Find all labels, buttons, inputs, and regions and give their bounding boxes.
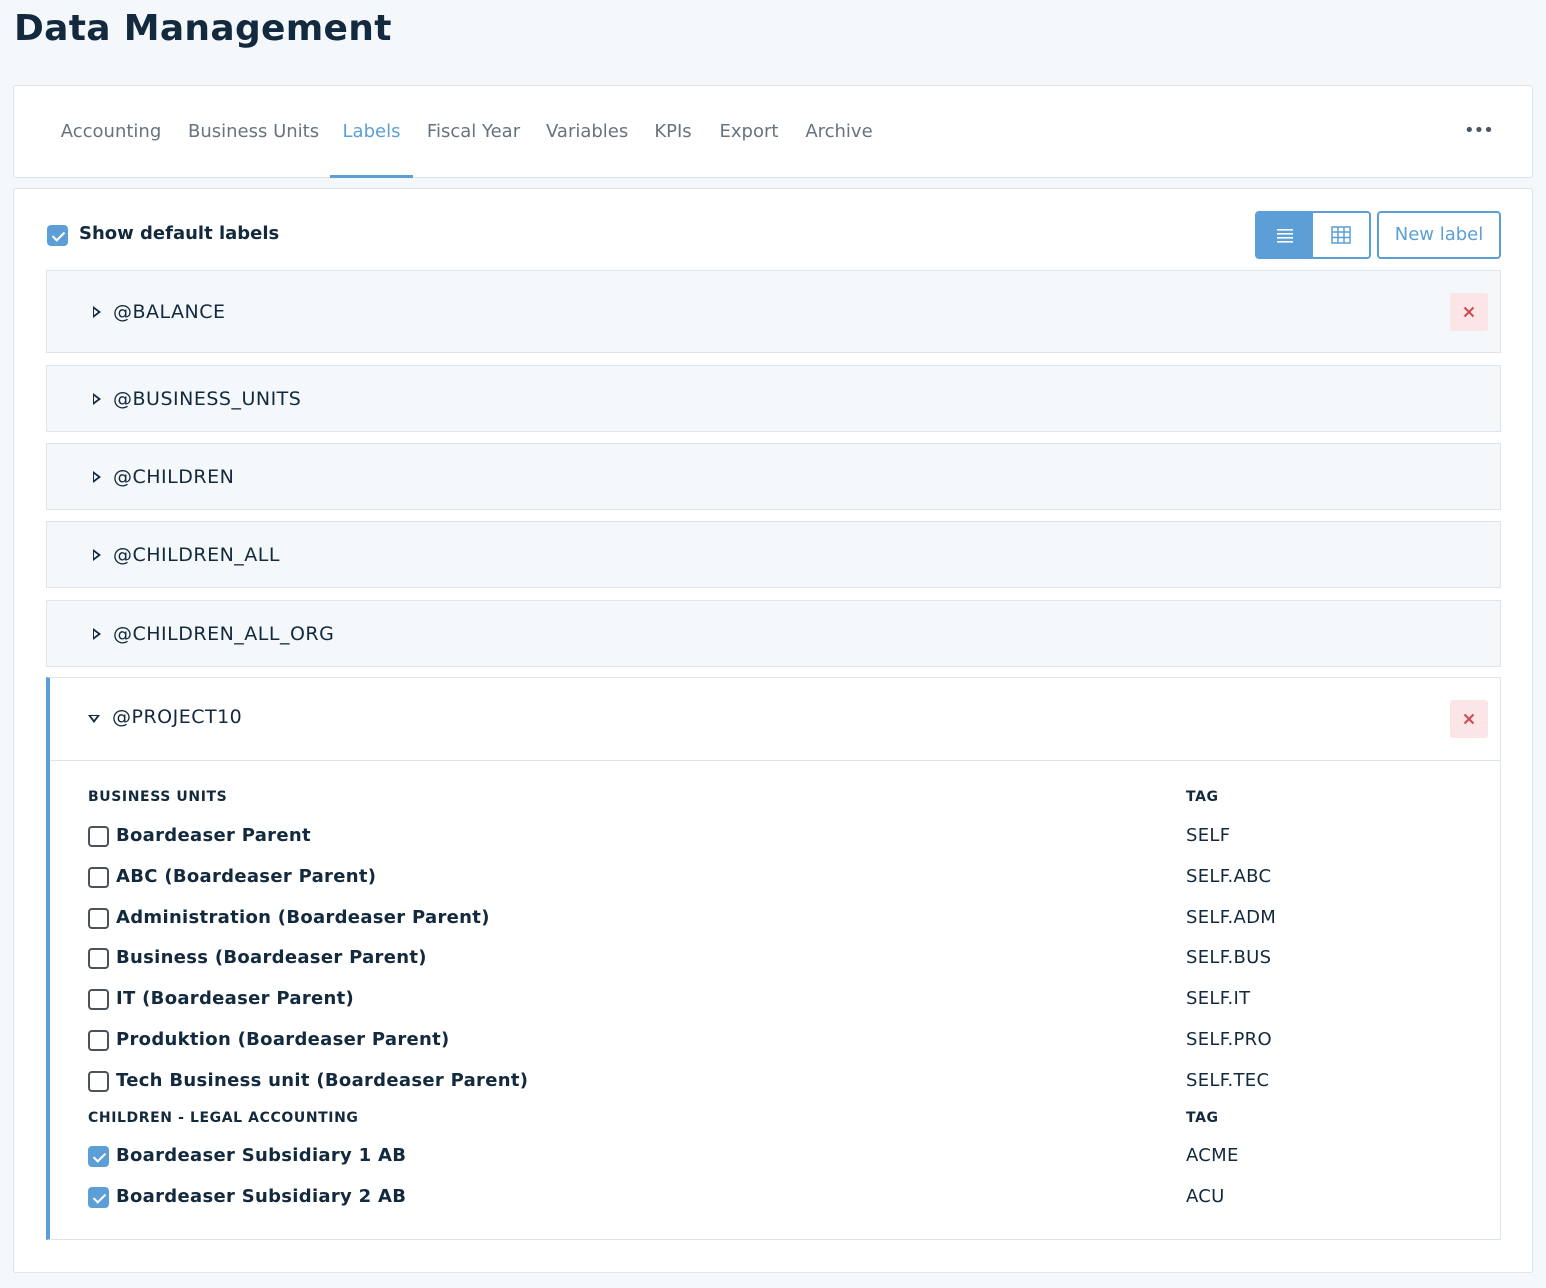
list-item: Business (Boardeaser Parent) SELF.BUS: [50, 944, 1500, 974]
close-icon: [1463, 713, 1475, 725]
page-title: Data Management: [14, 8, 392, 49]
more-horizontal-icon[interactable]: •••: [1464, 116, 1494, 146]
tab-business-units[interactable]: Business Units: [188, 86, 319, 177]
show-default-labels-checkbox[interactable]: [47, 225, 68, 246]
section-header-tag: TAG: [1186, 789, 1219, 805]
list-item: Tech Business unit (Boardeaser Parent) S…: [50, 1067, 1500, 1097]
caret-right-icon: [93, 470, 101, 483]
labels-panel: Show default labels New label @BALANCE @…: [13, 188, 1533, 1273]
tab-accounting[interactable]: Accounting: [60, 86, 162, 177]
tab-bar: Accounting Business Units Labels Fiscal …: [13, 85, 1533, 178]
business-unit-tag: SELF.ADM: [1186, 907, 1277, 928]
list-item: Boardeaser Subsidiary 1 AB ACME: [50, 1142, 1500, 1172]
business-unit-tag: SELF.ABC: [1186, 866, 1272, 887]
business-unit-checkbox[interactable]: [88, 1030, 109, 1051]
tab-variables[interactable]: Variables: [546, 86, 628, 177]
list-item: Administration (Boardeaser Parent) SELF.…: [50, 904, 1500, 934]
child-unit-name: Boardeaser Subsidiary 1 AB: [116, 1145, 407, 1166]
business-unit-checkbox[interactable]: [88, 989, 109, 1010]
child-unit-tag: ACME: [1186, 1145, 1239, 1166]
label-name: @CHILDREN_ALL: [113, 543, 280, 566]
list-view-button[interactable]: [1257, 213, 1313, 257]
tab-export[interactable]: Export: [718, 86, 780, 177]
business-unit-tag: SELF.TEC: [1186, 1070, 1270, 1091]
delete-label-button[interactable]: [1450, 700, 1488, 738]
business-unit-checkbox[interactable]: [88, 908, 109, 929]
label-name: @CHILDREN: [113, 465, 235, 488]
label-row-project10-expanded: @PROJECT10 BUSINESS UNITS TAG Boardeaser…: [46, 677, 1501, 1240]
business-unit-name: Boardeaser Parent: [116, 825, 311, 846]
business-unit-checkbox[interactable]: [88, 1071, 109, 1092]
delete-label-button[interactable]: [1450, 293, 1488, 331]
business-unit-checkbox[interactable]: [88, 948, 109, 969]
business-unit-name: IT (Boardeaser Parent): [116, 988, 355, 1009]
business-unit-name: ABC (Boardeaser Parent): [116, 866, 377, 887]
close-icon: [1463, 306, 1475, 318]
label-row-project10-header[interactable]: @PROJECT10: [50, 678, 1500, 761]
business-unit-name: Produktion (Boardeaser Parent): [116, 1029, 450, 1050]
caret-right-icon: [93, 627, 101, 640]
label-name: @CHILDREN_ALL_ORG: [113, 622, 335, 645]
business-unit-checkbox[interactable]: [88, 826, 109, 847]
tab-labels[interactable]: Labels: [330, 86, 413, 178]
label-row-business-units[interactable]: @BUSINESS_UNITS: [46, 365, 1501, 432]
business-unit-name: Tech Business unit (Boardeaser Parent): [116, 1070, 529, 1091]
list-item: Boardeaser Subsidiary 2 AB ACU: [50, 1183, 1500, 1213]
list-item: IT (Boardeaser Parent) SELF.IT: [50, 985, 1500, 1015]
section-header-tag: TAG: [1186, 1110, 1219, 1126]
new-label-button[interactable]: New label: [1377, 211, 1501, 259]
list-item: Boardeaser Parent SELF: [50, 822, 1500, 852]
child-unit-checkbox[interactable]: [88, 1146, 109, 1167]
business-unit-tag: SELF: [1186, 825, 1231, 846]
list-item: ABC (Boardeaser Parent) SELF.ABC: [50, 863, 1500, 893]
list-view-icon: [1277, 229, 1293, 243]
tab-archive[interactable]: Archive: [805, 86, 873, 177]
child-unit-tag: ACU: [1186, 1186, 1225, 1207]
caret-right-icon: [93, 548, 101, 561]
label-name: @BUSINESS_UNITS: [113, 387, 302, 410]
label-row-children-all[interactable]: @CHILDREN_ALL: [46, 521, 1501, 588]
business-unit-tag: SELF.PRO: [1186, 1029, 1272, 1050]
child-unit-name: Boardeaser Subsidiary 2 AB: [116, 1186, 407, 1207]
caret-right-icon: [93, 392, 101, 405]
child-unit-checkbox[interactable]: [88, 1187, 109, 1208]
table-view-button[interactable]: [1313, 213, 1369, 257]
business-unit-tag: SELF.BUS: [1186, 947, 1272, 968]
business-unit-checkbox[interactable]: [88, 867, 109, 888]
label-row-children[interactable]: @CHILDREN: [46, 443, 1501, 510]
view-toggle: [1255, 211, 1371, 259]
caret-down-icon: [88, 715, 100, 723]
business-unit-name: Business (Boardeaser Parent): [116, 947, 427, 968]
list-item: Produktion (Boardeaser Parent) SELF.PRO: [50, 1026, 1500, 1056]
show-default-labels-label: Show default labels: [79, 223, 280, 244]
label-name: @BALANCE: [113, 300, 226, 323]
table-view-icon: [1331, 226, 1351, 244]
label-row-children-all-org[interactable]: @CHILDREN_ALL_ORG: [46, 600, 1501, 667]
caret-right-icon: [93, 305, 101, 318]
section-header-children-legal-accounting: CHILDREN - LEGAL ACCOUNTING: [88, 1110, 359, 1126]
tab-fiscal-year[interactable]: Fiscal Year: [426, 86, 521, 177]
label-name: @PROJECT10: [112, 706, 243, 728]
business-unit-name: Administration (Boardeaser Parent): [116, 907, 490, 928]
label-row-balance[interactable]: @BALANCE: [46, 270, 1501, 353]
section-header-business-units: BUSINESS UNITS: [88, 789, 228, 805]
business-unit-tag: SELF.IT: [1186, 988, 1251, 1009]
tab-kpis[interactable]: KPIs: [652, 86, 694, 177]
